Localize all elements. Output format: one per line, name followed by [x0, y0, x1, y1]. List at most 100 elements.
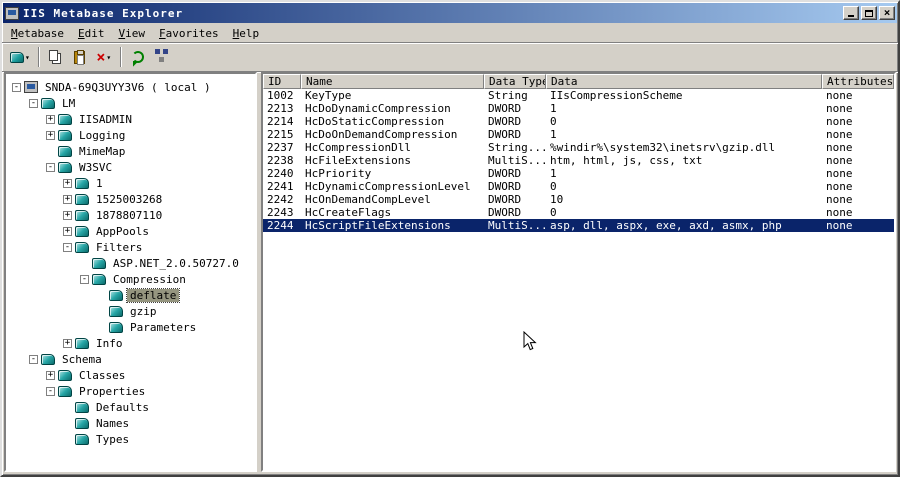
table-row-2237[interactable]: 2237 HcCompressionDll String... %windir%\sy… [263, 141, 894, 154]
table-row-2215[interactable]: 2215 HcDoOnDemandCompression DWORD 1 none [263, 128, 894, 141]
collapse-icon[interactable]: - [29, 98, 38, 108]
tree-item-logging[interactable]: + Logging [6, 127, 255, 143]
tree-panel: - SNDA-69Q3UYY3V6 ( local ) - LM + IISADMIN + L… [4, 72, 257, 472]
connect-button[interactable] [150, 46, 174, 68]
expand-icon[interactable]: + [46, 114, 55, 124]
refresh-icon [131, 51, 144, 63]
metabase-key-icon [58, 113, 72, 125]
tree-item-w3svc[interactable]: - W3SVC [6, 159, 255, 175]
tree-item-label: IISADMIN [79, 112, 132, 126]
table-row-2241[interactable]: 2241 HcDynamicCompressionLevel DWORD 0 none [263, 180, 894, 193]
minimize-button[interactable] [843, 6, 859, 20]
delete-icon [96, 50, 105, 65]
tree-item-names[interactable]: Names [6, 415, 255, 431]
metabase-key-icon [75, 417, 89, 429]
cell: MultiS... [488, 219, 546, 232]
expand-icon[interactable]: + [63, 178, 72, 188]
tree-item-iisadmin[interactable]: + IISADMIN [6, 111, 255, 127]
tree-item-gzip[interactable]: gzip [6, 303, 255, 319]
tree-item-apppools[interactable]: + AppPools [6, 223, 255, 239]
menu-favorites[interactable]: Favorites [152, 25, 226, 42]
menu-view[interactable]: View [111, 25, 152, 42]
collapse-icon[interactable]: - [12, 82, 21, 92]
cell: String... [488, 141, 546, 154]
cell: none [826, 141, 853, 154]
cell: 1002 [267, 89, 294, 102]
tree-item-label: W3SVC [79, 160, 113, 174]
metabase-key-icon [75, 241, 89, 253]
cell: 2242 [267, 193, 294, 206]
column-header-attributes[interactable]: Attributes [822, 74, 894, 89]
tree-item-filters[interactable]: - Filters [6, 239, 255, 255]
tree-item-deflate[interactable]: deflate [6, 287, 255, 303]
cell: 1 [550, 128, 557, 141]
table-row-2240[interactable]: 2240 HcPriority DWORD 1 none [263, 167, 894, 180]
menu-bar: Metabase Edit View Favorites Help [2, 24, 898, 43]
expand-icon[interactable]: + [46, 130, 55, 140]
expand-icon[interactable]: + [46, 370, 55, 380]
tree-item-compression[interactable]: - Compression [6, 271, 255, 287]
tree-item-defaults[interactable]: Defaults [6, 399, 255, 415]
tree-item-schema[interactable]: - Schema [6, 351, 255, 367]
cell: 2214 [267, 115, 294, 128]
collapse-icon[interactable]: - [80, 274, 89, 284]
column-header-name[interactable]: Name [301, 74, 484, 89]
tree-item-lm[interactable]: - LM [6, 95, 255, 111]
table-row-2213[interactable]: 2213 HcDoDynamicCompression DWORD 1 none [263, 102, 894, 115]
expand-icon[interactable]: + [63, 194, 72, 204]
maximize-icon [865, 9, 873, 17]
tree-item-asp-net-2-0-50727-0[interactable]: ASP.NET_2.0.50727.0 [6, 255, 255, 271]
collapse-icon[interactable]: - [46, 386, 55, 396]
tree-item-label: 1878807110 [96, 208, 163, 222]
tree-item-snda-69q3uyy3v6-local[interactable]: - SNDA-69Q3UYY3V6 ( local ) [6, 79, 255, 95]
tree-item-mimemap[interactable]: MimeMap [6, 143, 255, 159]
menu-edit[interactable]: Edit [71, 25, 112, 42]
cell: DWORD [488, 206, 522, 219]
maximize-button[interactable] [861, 6, 877, 20]
tree-item-1878807110[interactable]: +1878807110 [6, 207, 255, 223]
table-row-2243[interactable]: 2243 HcCreateFlags DWORD 0 none [263, 206, 894, 219]
table-row-2244[interactable]: 2244 HcScriptFileExtensions MultiS... asp, … [263, 219, 894, 232]
cell: String [488, 89, 528, 102]
tree-item-types[interactable]: Types [6, 431, 255, 447]
paste-button[interactable] [68, 46, 92, 68]
cell: HcOnDemandCompLevel [305, 193, 431, 206]
menu-help[interactable]: Help [226, 25, 267, 42]
metabase-key-icon [41, 97, 55, 109]
tree: - SNDA-69Q3UYY3V6 ( local ) - LM + IISADMIN + L… [6, 79, 255, 447]
tree-item-label: Properties [79, 384, 146, 398]
tree-item-1525003268[interactable]: +1525003268 [6, 191, 255, 207]
delete-button[interactable]: ▾ [92, 46, 116, 68]
tree-item-label: MimeMap [79, 144, 126, 158]
tree-item-label: LM [62, 96, 76, 110]
tree-item-classes[interactable]: + Classes [6, 367, 255, 383]
table-row-1002[interactable]: 1002 KeyType String IIsCompressionScheme non… [263, 89, 894, 102]
close-button[interactable]: × [879, 6, 895, 20]
column-header-data-type[interactable]: Data Type [484, 74, 546, 89]
collapse-icon[interactable]: - [46, 162, 55, 172]
list-panel: ID Name Data Type Data Attributes 1002 KeyTyp… [261, 72, 896, 472]
table-row-2242[interactable]: 2242 HcOnDemandCompLevel DWORD 10 none [263, 193, 894, 206]
refresh-button[interactable] [126, 46, 150, 68]
tree-item-label: Types [96, 432, 130, 446]
tree-item-1[interactable]: +1 [6, 175, 255, 191]
tree-item-properties[interactable]: - Properties [6, 383, 255, 399]
copy-button[interactable] [44, 46, 68, 68]
cell: 2237 [267, 141, 294, 154]
menu-metabase[interactable]: Metabase [4, 25, 71, 42]
column-header-id[interactable]: ID [263, 74, 301, 89]
metabase-key-icon [58, 145, 72, 157]
new-key-button[interactable]: ▾ [6, 46, 34, 68]
tree-item-parameters[interactable]: Parameters [6, 319, 255, 335]
cell: none [826, 180, 853, 193]
cell: 0 [550, 206, 557, 219]
collapse-icon[interactable]: - [63, 242, 72, 252]
column-header-data[interactable]: Data [546, 74, 822, 89]
tree-item-info[interactable]: + Info [6, 335, 255, 351]
expand-icon[interactable]: + [63, 226, 72, 236]
expand-icon[interactable]: + [63, 338, 72, 348]
expand-icon[interactable]: + [63, 210, 72, 220]
table-row-2238[interactable]: 2238 HcFileExtensions MultiS... htm, html, … [263, 154, 894, 167]
table-row-2214[interactable]: 2214 HcDoStaticCompression DWORD 0 none [263, 115, 894, 128]
collapse-icon[interactable]: - [29, 354, 38, 364]
